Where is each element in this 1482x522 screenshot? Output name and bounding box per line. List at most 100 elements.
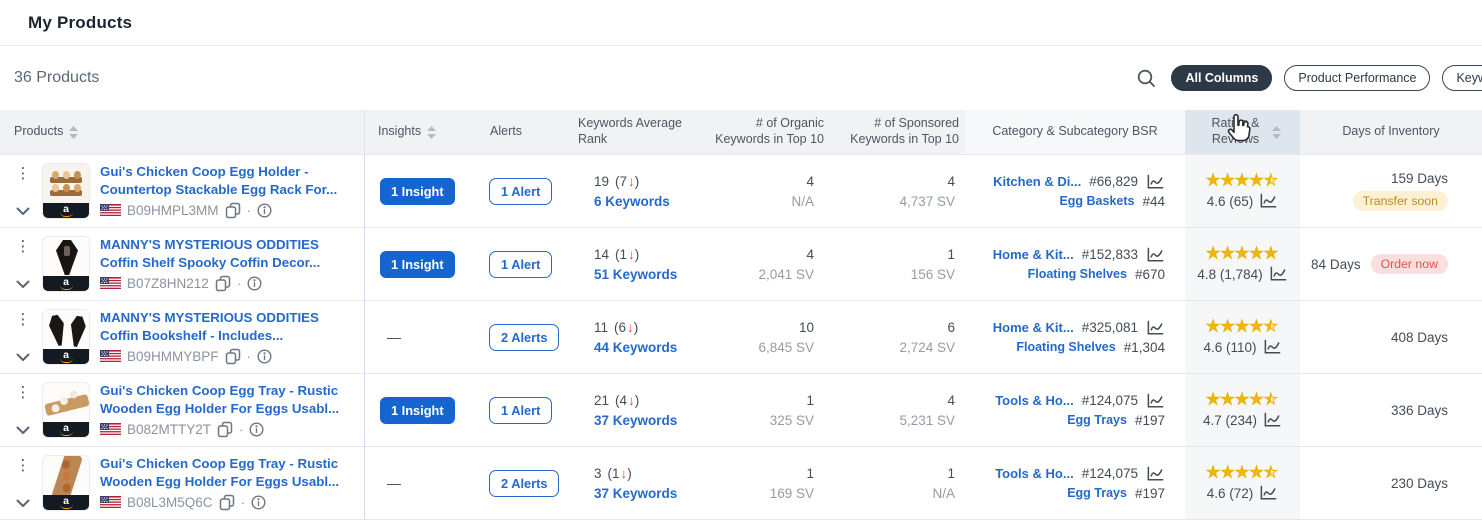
keywords-cell: 3 (1↓) 37 Keywords (570, 447, 700, 519)
category-link[interactable]: Tools & Ho... (995, 393, 1073, 408)
chevron-down-icon[interactable] (16, 499, 30, 508)
product-title-link[interactable]: MANNY'S MYSTERIOUS ODDITIES Coffin Books… (100, 309, 356, 344)
copy-icon[interactable] (217, 421, 233, 438)
bsr-chart-icon[interactable] (1146, 247, 1165, 263)
copy-icon[interactable] (219, 494, 235, 511)
category-bsr: #66,829 (1089, 174, 1138, 189)
info-icon[interactable] (257, 203, 272, 218)
category-link[interactable]: Home & Kit... (993, 247, 1074, 262)
rating-chart-icon[interactable] (1263, 339, 1282, 355)
rating-text: 4.6 (65) (1206, 193, 1254, 209)
rating-chart-icon[interactable] (1259, 193, 1278, 209)
row-menu-icon[interactable]: ⋮ (16, 385, 31, 400)
chevron-down-icon[interactable] (16, 353, 30, 362)
organic-sv-value: 169 SV (769, 485, 814, 501)
sort-icon[interactable] (69, 125, 79, 139)
sponsored-sv-value: 156 SV (910, 266, 955, 282)
organic-sv-value: 6,845 SV (758, 339, 814, 355)
row-menu-icon[interactable]: ⋮ (16, 166, 31, 181)
sponsored-sv-value: 4,737 SV (899, 193, 955, 209)
keywords-pill-button[interactable]: Keywo (1442, 65, 1482, 91)
insight-button[interactable]: 1 Insight (380, 396, 455, 424)
rating-chart-icon[interactable] (1269, 266, 1288, 282)
product-performance-button[interactable]: Product Performance (1284, 65, 1431, 91)
chevron-down-icon[interactable] (16, 207, 30, 216)
insight-button[interactable]: 1 Insight (380, 177, 455, 205)
sponsored-top10-value: 1 (947, 246, 955, 262)
info-icon[interactable] (247, 276, 262, 291)
category-link[interactable]: Tools & Ho... (995, 466, 1073, 481)
keywords-link[interactable]: 44 Keywords (594, 340, 700, 355)
product-title-link[interactable]: Gui's Chicken Coop Egg Tray - Rustic Woo… (100, 382, 356, 417)
category-link[interactable]: Kitchen & Di... (993, 174, 1081, 189)
subcategory-link[interactable]: Egg Baskets (1059, 194, 1134, 208)
insights-cell: — (365, 447, 470, 519)
amazon-badge: a (43, 349, 89, 364)
subcategory-link[interactable]: Floating Shelves (1016, 340, 1115, 354)
dot-separator: · (240, 494, 245, 510)
product-title-link[interactable]: Gui's Chicken Coop Egg Tray - Rustic Woo… (100, 455, 356, 490)
row-menu-icon[interactable]: ⋮ (16, 458, 31, 473)
rating-text: 4.7 (234) (1202, 412, 1258, 428)
keywords-link[interactable]: 37 Keywords (594, 486, 700, 501)
insight-button[interactable]: 1 Insight (380, 250, 455, 278)
row-menu-icon[interactable]: ⋮ (16, 239, 31, 254)
alert-button[interactable]: 1 Alert (489, 177, 553, 205)
alert-button[interactable]: 1 Alert (489, 396, 553, 424)
category-cell: Home & Kit... #152,833 Floating Shelves #6… (965, 228, 1185, 300)
bsr-chart-icon[interactable] (1146, 393, 1165, 409)
product-title-link[interactable]: MANNY'S MYSTERIOUS ODDITIES Coffin Shelf… (100, 236, 356, 271)
col-header-alerts: Alerts (490, 124, 522, 139)
amazon-badge: a (43, 422, 89, 437)
copy-icon[interactable] (225, 202, 241, 219)
organic-top10-value: 1 (806, 392, 814, 408)
copy-icon[interactable] (225, 348, 241, 365)
info-icon[interactable] (257, 349, 272, 364)
product-meta: B09HMMYBPF · (100, 348, 356, 365)
keywords-link[interactable]: 51 Keywords (594, 267, 700, 282)
subcategory-link[interactable]: Egg Trays (1067, 486, 1127, 500)
all-columns-button[interactable]: All Columns (1171, 65, 1273, 91)
info-icon[interactable] (251, 495, 266, 510)
category-link[interactable]: Home & Kit... (993, 320, 1074, 335)
organic-cell: 1 169 SV (700, 447, 830, 519)
col-header-products[interactable]: Products (0, 110, 365, 154)
rating-text: 4.6 (72) (1206, 485, 1254, 501)
product-info: MANNY'S MYSTERIOUS ODDITIES Coffin Books… (100, 309, 364, 364)
rating-chart-icon[interactable] (1259, 485, 1278, 501)
bsr-chart-icon[interactable] (1146, 466, 1165, 482)
alert-button[interactable]: 2 Alerts (489, 323, 560, 351)
rating-chart-icon[interactable] (1263, 412, 1282, 428)
product-info: MANNY'S MYSTERIOUS ODDITIES Coffin Shelf… (100, 236, 364, 291)
col-header-rating-reviews[interactable]: Rating & Reviews (1185, 110, 1300, 154)
toolbar-actions: All Columns Product Performance Keywo (1136, 65, 1482, 91)
sort-icon[interactable] (427, 125, 437, 139)
sponsored-sv-value: N/A (932, 485, 955, 501)
thumbnail-art (43, 164, 89, 203)
bsr-chart-icon[interactable] (1146, 174, 1165, 190)
product-thumbnail: a (42, 163, 90, 219)
keywords-link[interactable]: 6 Keywords (594, 194, 700, 209)
subcategory-link[interactable]: Floating Shelves (1028, 267, 1127, 281)
inventory-cell: 159 Days Transfer soon (1300, 155, 1482, 227)
rating-text: 4.8 (1,784) (1197, 266, 1263, 282)
keywords-link[interactable]: 37 Keywords (594, 413, 700, 428)
info-icon[interactable] (249, 422, 264, 437)
rating-cell: ★★★★★ ★★★★★ 4.8 (1,784) (1185, 228, 1300, 300)
product-title-link[interactable]: Gui's Chicken Coop Egg Holder - Countert… (100, 163, 356, 198)
bsr-chart-icon[interactable] (1146, 320, 1165, 336)
sort-icon[interactable] (1271, 125, 1281, 139)
alert-button[interactable]: 1 Alert (489, 250, 553, 278)
copy-icon[interactable] (215, 275, 231, 292)
organic-sv-value: 2,041 SV (758, 266, 814, 282)
organic-top10-value: 1 (806, 465, 814, 481)
chevron-down-icon[interactable] (16, 426, 30, 435)
rank-down-arrow-icon: ↓ (628, 173, 635, 189)
subcategory-link[interactable]: Egg Trays (1067, 413, 1127, 427)
col-header-insights[interactable]: Insights (365, 110, 470, 154)
search-icon[interactable] (1136, 68, 1157, 89)
alert-button[interactable]: 2 Alerts (489, 469, 560, 497)
amazon-badge: a (43, 203, 89, 218)
chevron-down-icon[interactable] (16, 280, 30, 289)
row-menu-icon[interactable]: ⋮ (16, 312, 31, 327)
